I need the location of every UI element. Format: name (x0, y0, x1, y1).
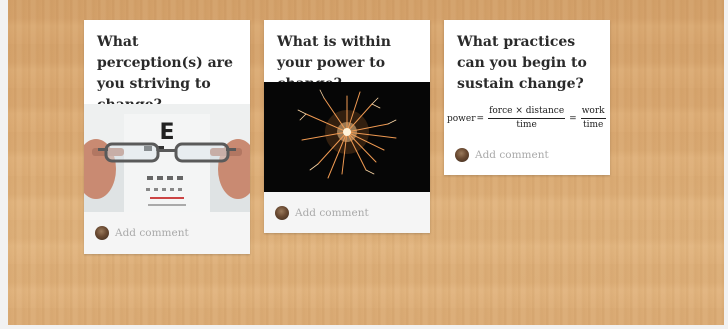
avatar (275, 205, 289, 220)
equals-sign: = (476, 113, 485, 124)
card-title: What perception(s) are you striving to c… (97, 34, 233, 113)
formula-lhs: power (447, 113, 476, 124)
add-comment-input[interactable]: Add comment (475, 149, 549, 161)
sparkler-photo (264, 82, 430, 192)
fraction-force-distance: force × distance time (488, 106, 566, 131)
fraction-denominator: time (516, 120, 537, 130)
card-title: What practices can you begin to sustain … (457, 34, 587, 92)
post-card-perceptions[interactable]: What perception(s) are you striving to c… (76, 20, 258, 254)
post-card-power[interactable]: What is within your power to change? (264, 20, 430, 233)
fraction-denominator: time (582, 120, 604, 130)
comment-bar[interactable]: Add comment (444, 135, 610, 175)
avatar (95, 226, 109, 240)
page-edge-right (724, 0, 728, 329)
fraction-numerator: work (580, 106, 606, 119)
post-card-practices[interactable]: What practices can you begin to sustain … (444, 20, 610, 175)
eye-chart-letter: E (159, 120, 174, 145)
avatar (455, 148, 469, 162)
fraction-numerator: force × distance (488, 106, 566, 119)
power-formula: power = force × distance time = work tim… (447, 106, 609, 131)
comment-bar[interactable]: Add comment (264, 192, 430, 233)
add-comment-input[interactable]: Add comment (115, 227, 189, 239)
page-edge-left (0, 0, 8, 329)
equals-sign: = (569, 113, 577, 124)
add-comment-input[interactable]: Add comment (295, 207, 369, 219)
page-edge-bottom (0, 325, 728, 329)
comment-bar[interactable]: Add comment (84, 212, 250, 254)
fraction-work-time: work time (580, 106, 606, 131)
